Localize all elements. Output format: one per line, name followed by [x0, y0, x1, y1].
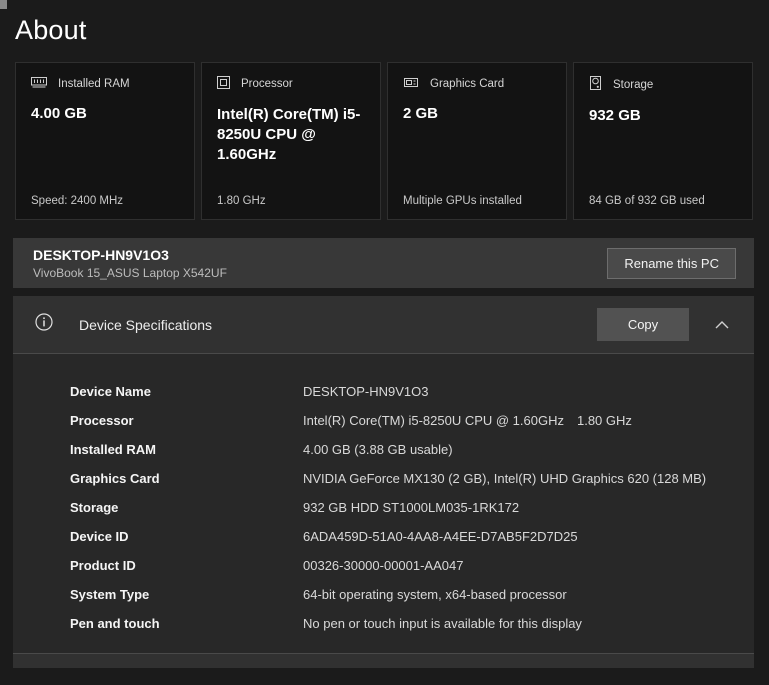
spec-row-device-id: Device ID 6ADA459D-51A0-4AA8-A4EE-D7AB5F…	[70, 527, 709, 546]
about-page: About Installed RAM 4.00 GB Speed: 2400 …	[0, 0, 769, 668]
spec-value: 00326-30000-00001-AA047	[303, 558, 464, 573]
spec-value: 6ADA459D-51A0-4AA8-A4EE-D7AB5F2D7D25	[303, 529, 578, 544]
spec-value: 932 GB HDD ST1000LM035-1RK172	[303, 500, 520, 515]
card-installed-ram-header: Installed RAM	[31, 76, 179, 91]
spec-label: Storage	[70, 500, 119, 515]
device-name: DESKTOP-HN9V1O3	[33, 246, 169, 263]
panel-title: Device Specifications	[79, 316, 213, 333]
spec-value: NVIDIA GeForce MX130 (2 GB), Intel(R) UH…	[303, 471, 707, 486]
ram-icon	[31, 76, 47, 91]
info-icon	[35, 313, 53, 336]
card-installed-ram: Installed RAM 4.00 GB Speed: 2400 MHz	[15, 62, 195, 220]
spec-label: Product ID	[70, 558, 136, 573]
spec-value: No pen or touch input is available for t…	[303, 616, 582, 631]
device-model: VivoBook 15_ASUS Laptop X542UF	[33, 265, 227, 280]
card-caption: Speed: 2400 MHz	[31, 195, 124, 207]
spec-row-system-type: System Type 64-bit operating system, x64…	[70, 585, 709, 604]
spec-row-processor: Processor Intel(R) Core(TM) i5-8250U CPU…	[70, 411, 709, 430]
spec-label: Graphics Card	[70, 471, 160, 486]
spec-row-storage: Storage 932 GB HDD ST1000LM035-1RK172	[70, 498, 709, 517]
cpu-icon	[217, 76, 230, 92]
spec-row-installed-ram: Installed RAM 4.00 GB (3.88 GB usable)	[70, 440, 709, 459]
card-storage-header: Storage	[589, 76, 737, 93]
card-value: 2 GB	[403, 105, 439, 122]
spec-label: System Type	[70, 587, 150, 602]
spec-row-product-id: Product ID 00326-30000-00001-AA047	[70, 556, 709, 575]
card-storage: Storage 932 GB 84 GB of 932 GB used	[573, 62, 753, 220]
card-processor-header: Processor	[217, 76, 365, 92]
device-specifications-panel: Device Specifications Copy Device Name D…	[13, 296, 754, 668]
spec-label: Pen and touch	[70, 616, 160, 631]
copy-button[interactable]: Copy	[597, 308, 689, 341]
device-name-bar: DESKTOP-HN9V1O3 VivoBook 15_ASUS Laptop …	[13, 238, 754, 288]
spec-row-graphics-card: Graphics Card NVIDIA GeForce MX130 (2 GB…	[70, 469, 709, 488]
card-graphics: Graphics Card 2 GB Multiple GPUs install…	[387, 62, 567, 220]
card-label: Installed RAM	[58, 77, 130, 90]
scrollbar-fragment	[0, 0, 7, 9]
device-specifications-header[interactable]: Device Specifications Copy	[13, 296, 754, 353]
card-value: Intel(R) Core(TM) i5-8250U CPU @ 1.60GHz	[217, 106, 361, 163]
next-section-header[interactable]	[13, 654, 754, 668]
card-value: 4.00 GB	[31, 105, 87, 122]
card-value: 932 GB	[589, 107, 641, 124]
page-title: About	[15, 15, 87, 45]
summary-cards: Installed RAM 4.00 GB Speed: 2400 MHz Pr…	[15, 62, 753, 220]
card-graphics-header: Graphics Card	[403, 76, 551, 91]
spec-label: Device Name	[70, 384, 151, 399]
spec-row-device-name: Device Name DESKTOP-HN9V1O3	[70, 382, 709, 401]
device-names: DESKTOP-HN9V1O3 VivoBook 15_ASUS Laptop …	[33, 247, 607, 280]
card-label: Graphics Card	[430, 77, 505, 90]
storage-icon	[589, 76, 602, 93]
card-caption: 1.80 GHz	[217, 195, 266, 207]
spec-value: 64-bit operating system, x64-based proce…	[303, 587, 567, 602]
chevron-up-icon[interactable]	[710, 316, 734, 334]
spec-label: Processor	[70, 413, 134, 428]
spec-list: Device Name DESKTOP-HN9V1O3 Processor In…	[13, 354, 754, 653]
card-label: Processor	[241, 78, 293, 90]
spec-row-pen-and-touch: Pen and touch No pen or touch input is a…	[70, 614, 709, 633]
spec-value: 4.00 GB (3.88 GB usable)	[303, 442, 453, 457]
card-label: Storage	[613, 78, 654, 91]
spec-value: DESKTOP-HN9V1O3	[303, 384, 429, 399]
card-caption: 84 GB of 932 GB used	[589, 195, 705, 207]
rename-pc-button[interactable]: Rename this PC	[607, 247, 736, 279]
card-caption: Multiple GPUs installed	[403, 195, 522, 207]
card-processor: Processor Intel(R) Core(TM) i5-8250U CPU…	[201, 62, 381, 220]
gpu-icon	[403, 76, 419, 91]
spec-label: Device ID	[70, 529, 129, 544]
spec-value: Intel(R) Core(TM) i5-8250U CPU @ 1.60GHz…	[303, 413, 632, 428]
spec-label: Installed RAM	[70, 442, 156, 457]
